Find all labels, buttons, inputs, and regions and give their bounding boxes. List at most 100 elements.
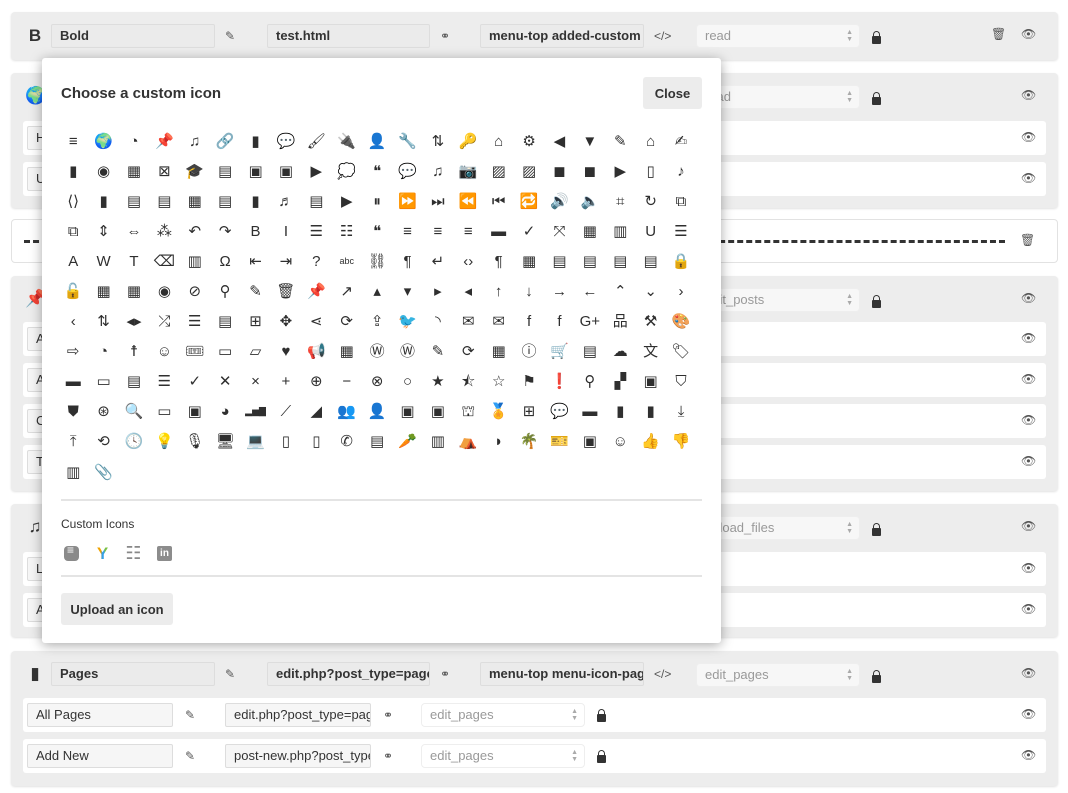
editor-kitchensink-icon[interactable]: ▥ <box>605 216 635 246</box>
upload-icon-button[interactable]: Upload an icon <box>61 593 173 625</box>
link-icon[interactable]: ⚭ <box>383 749 393 763</box>
book-icon[interactable]: ▮ <box>605 397 635 427</box>
feedback-icon[interactable]: ▤ <box>575 337 605 367</box>
businessman-icon[interactable]: 👤 <box>362 397 392 427</box>
carrot-icon[interactable]: 🥕 <box>392 427 422 457</box>
lock-icon[interactable] <box>872 295 881 308</box>
redo-icon[interactable]: ↷ <box>210 216 240 246</box>
trash-icon[interactable]: 🗑 <box>271 276 301 306</box>
twitter-icon[interactable]: 🐦 <box>392 307 422 337</box>
editor-paste-text-icon[interactable]: T <box>119 246 149 276</box>
menu-title-field[interactable]: Pages <box>51 662 215 686</box>
editor-outdent-icon[interactable]: ⇤ <box>240 246 270 276</box>
awards-icon[interactable]: 🏅 <box>483 397 513 427</box>
welcome-write-blog-icon[interactable]: ✍ <box>666 126 696 156</box>
flag-icon[interactable]: ⚑ <box>514 367 544 397</box>
star-filled-icon[interactable]: ★ <box>423 367 453 397</box>
screenoptions-icon[interactable]: ▦ <box>483 337 513 367</box>
lock-icon[interactable] <box>872 31 881 44</box>
email-alt-icon[interactable]: ✉ <box>483 307 513 337</box>
forms-icon[interactable]: ⊞ <box>514 397 544 427</box>
controls-forward-icon[interactable]: ⏩ <box>392 186 422 216</box>
id-icon[interactable]: ▣ <box>392 397 422 427</box>
cloud-icon[interactable]: ☁ <box>605 337 635 367</box>
location-alt-icon[interactable]: ▞ <box>605 367 635 397</box>
admin-settings-icon[interactable]: ⇅ <box>423 126 453 156</box>
capability-select[interactable]: edit_pages ▲ ▼ <box>696 663 860 687</box>
admin-post-icon[interactable]: 📌 <box>149 126 179 156</box>
media-audio-icon[interactable]: ♪ <box>666 156 696 186</box>
editor-rtl-icon[interactable]: ¶ <box>392 246 422 276</box>
laptop-icon[interactable]: 💻 <box>240 427 270 457</box>
lock-icon[interactable] <box>872 92 881 105</box>
hide-eye-icon[interactable]: 👁 <box>1021 372 1036 386</box>
visibility-icon[interactable]: ◉ <box>149 276 179 306</box>
editor-alignleft-icon[interactable]: ≡ <box>392 216 422 246</box>
update-icon[interactable]: ⟳ <box>453 337 483 367</box>
tickets-alt-icon[interactable]: 🎫 <box>544 427 574 457</box>
welcome-comments-icon[interactable]: ⊠ <box>149 156 179 186</box>
media-default-icon[interactable]: ▮ <box>88 186 118 216</box>
submenu-url-field[interactable]: post-new.php?post_type=page <box>225 744 371 768</box>
star-half-icon[interactable]: ⯪ <box>453 367 483 397</box>
editor-customchar-icon[interactable]: Ω <box>210 246 240 276</box>
editor-italic-icon[interactable]: I <box>271 216 301 246</box>
external-icon[interactable]: ↗ <box>332 276 362 306</box>
clock-icon[interactable]: 🕓 <box>119 427 149 457</box>
lock-icon[interactable] <box>597 750 606 763</box>
heart-icon[interactable]: ♥ <box>271 337 301 367</box>
format-gallery-icon[interactable]: ▣ <box>271 156 301 186</box>
arrow-up-alt2-icon[interactable]: ⌃ <box>605 276 635 306</box>
networking-icon[interactable]: 品 <box>605 307 635 337</box>
align-center-icon[interactable]: ▤ <box>605 246 635 276</box>
testimonial-icon[interactable]: 💬 <box>544 397 574 427</box>
admin-appearance-icon[interactable]: 🖌 <box>301 126 331 156</box>
editor-aligncenter-icon[interactable]: ≡ <box>423 216 453 246</box>
hide-eye-icon[interactable]: 👁 <box>1021 171 1036 185</box>
hide-eye-icon[interactable]: 👁 <box>1021 88 1036 102</box>
editor-contract-icon[interactable]: ▦ <box>575 216 605 246</box>
shield-alt-icon[interactable]: ⛊ <box>58 397 88 427</box>
hidden-icon[interactable]: ⊘ <box>180 276 210 306</box>
arrow-down-alt2-icon[interactable]: ⌄ <box>635 276 665 306</box>
post-status-icon[interactable]: ⚲ <box>210 276 240 306</box>
location-icon[interactable]: ⚲ <box>575 367 605 397</box>
migrate-icon[interactable]: ⇨ <box>58 337 88 367</box>
admin-site-icon[interactable]: 🌍 <box>88 126 118 156</box>
video-alt2-icon[interactable]: ◼ <box>575 156 605 186</box>
layout-icon[interactable]: ▥ <box>58 457 88 487</box>
capability-select[interactable]: edit_pages ▲ ▼ <box>421 703 585 727</box>
submenu-title-field[interactable]: All Pages <box>27 703 173 727</box>
clipboard-icon[interactable]: ▱ <box>240 337 270 367</box>
media-video-icon[interactable]: ▮ <box>240 186 270 216</box>
nametag-icon[interactable]: ▭ <box>210 337 240 367</box>
editor-table-icon[interactable]: ▦ <box>514 246 544 276</box>
performance-icon[interactable]: ◔ <box>88 337 118 367</box>
info-icon[interactable]: ⓘ <box>514 337 544 367</box>
hide-eye-icon[interactable]: 👁 <box>1021 748 1036 762</box>
editor-strikethrough-icon[interactable]: abc <box>332 246 362 276</box>
editor-underline-icon[interactable]: U <box>635 216 665 246</box>
format-status-icon[interactable]: 💭 <box>332 156 362 186</box>
editor-unlink-icon[interactable]: ⛓ <box>362 246 392 276</box>
undo-icon[interactable]: ↶ <box>180 216 210 246</box>
editor-paragraph-icon[interactable]: ¶ <box>483 246 513 276</box>
smiley-icon[interactable]: ☺ <box>605 427 635 457</box>
randomize-icon[interactable]: ⤮ <box>149 307 179 337</box>
upload-icon[interactable]: ⤒ <box>58 427 88 457</box>
edit-icon[interactable]: ✎ <box>225 29 235 43</box>
editor-expand-icon[interactable]: ⤧ <box>544 216 574 246</box>
controls-pause-icon[interactable]: ⏸ <box>362 186 392 216</box>
editor-code-icon[interactable]: ‹› <box>453 246 483 276</box>
hide-eye-icon[interactable]: 👁 <box>1021 291 1036 305</box>
hide-eye-icon[interactable]: 👁 <box>1021 413 1036 427</box>
edit-icon[interactable]: ✎ <box>240 276 270 306</box>
admin-links-icon[interactable]: 🔗 <box>210 126 240 156</box>
trash-icon[interactable]: 🗑 <box>1020 233 1035 247</box>
leftright-icon[interactable]: ◂▸ <box>119 307 149 337</box>
trash-icon[interactable]: 🗑 <box>991 27 1006 41</box>
format-chat-icon[interactable]: 💬 <box>392 156 422 186</box>
chart-line-icon[interactable]: ⟋ <box>271 397 301 427</box>
tablet-icon[interactable]: ▯ <box>271 427 301 457</box>
media-interactive-icon[interactable]: ▤ <box>149 186 179 216</box>
